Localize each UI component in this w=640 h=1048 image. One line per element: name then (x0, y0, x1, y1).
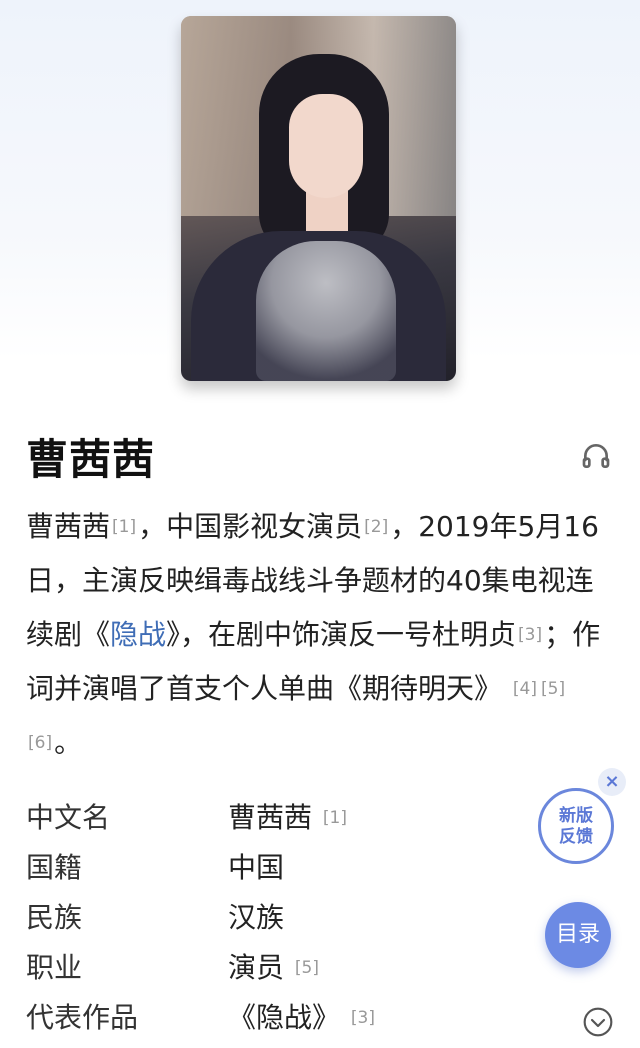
summary-text: 。 (54, 726, 83, 759)
photo-lace (256, 241, 396, 381)
table-of-contents-button[interactable]: 目录 (545, 902, 611, 968)
reference-link[interactable]: [3] (518, 625, 542, 645)
basic-info-table: 中文名 曹茜茜 [1] 国籍 中国 民族 汉族 职业 演员 [5] 代表作品 《… (26, 796, 446, 1046)
reference-link[interactable]: [4] (513, 679, 537, 699)
reference-link[interactable]: [1] (323, 808, 347, 828)
info-value-text: 汉族 (228, 901, 285, 934)
show-link[interactable]: 隐战 (110, 618, 166, 651)
info-key: 国籍 (26, 851, 83, 884)
summary-text: ，中国影视女演员 (138, 510, 363, 543)
info-value-text: 曹茜茜 (228, 801, 313, 834)
info-value-text: 演员 (228, 951, 285, 984)
feedback-label-line2: 反馈 (559, 827, 593, 847)
info-row: 中文名 曹茜茜 [1] (26, 796, 446, 846)
info-row: 代表作品 《隐战》 [3] (26, 996, 446, 1046)
reference-link[interactable]: [1] (112, 517, 136, 537)
info-value-text: 中国 (228, 851, 285, 884)
info-value: 汉族 (228, 896, 284, 940)
summary-paragraph: 曹茜茜 [1]，中国影视女演员 [2]，2019年5月16日，主演反映缉毒战线斗争题… (26, 500, 616, 770)
info-value: 曹茜茜 [1] (228, 796, 349, 840)
info-key: 民族 (26, 901, 83, 934)
reference-link[interactable]: [5] (295, 958, 319, 978)
info-row: 职业 演员 [5] (26, 946, 446, 996)
info-row: 国籍 中国 (26, 846, 446, 896)
info-key: 职业 (26, 951, 83, 984)
feedback-label-line1: 新版 (559, 806, 593, 826)
summary-name: 曹茜茜 (26, 510, 111, 543)
reference-link[interactable]: [5] (541, 679, 565, 699)
feedback-close-button[interactable]: × (598, 768, 626, 796)
reference-link[interactable]: [2] (364, 517, 388, 537)
new-version-feedback-button[interactable]: 新版 反馈 (538, 788, 614, 864)
headphones-icon[interactable] (580, 440, 612, 472)
chevron-down-circle-icon[interactable] (582, 1006, 614, 1038)
info-key: 代表作品 (26, 1001, 139, 1034)
photo-face (289, 94, 363, 198)
info-value-text[interactable]: 《隐战》 (228, 1001, 340, 1034)
reference-link[interactable]: [3] (351, 1008, 375, 1028)
info-value: 中国 (228, 846, 284, 890)
reference-link[interactable]: [6] (28, 733, 52, 753)
info-row: 民族 汉族 (26, 896, 446, 946)
summary-text: 》，在剧中饰演反一号杜明贞 (166, 618, 517, 651)
profile-photo[interactable] (181, 16, 456, 381)
info-value: 演员 [5] (228, 946, 321, 990)
info-key: 中文名 (26, 801, 111, 834)
page-title: 曹茜茜 (26, 435, 156, 484)
info-value: 《隐战》 [3] (228, 996, 377, 1040)
